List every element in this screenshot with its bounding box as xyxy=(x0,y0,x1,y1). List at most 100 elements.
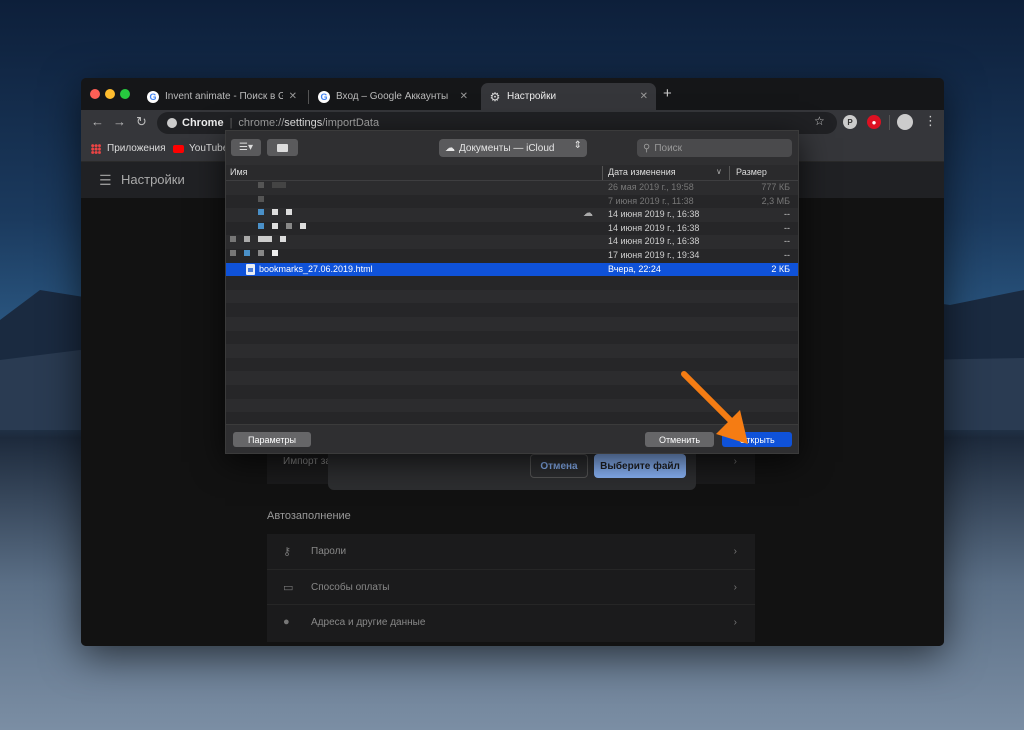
file-name xyxy=(258,182,294,188)
blurred-name xyxy=(272,182,286,188)
view-mode-button[interactable]: ☰▾ xyxy=(231,139,261,156)
file-row[interactable]: 7 июня 2019 г., 11:38 2,3 МБ xyxy=(226,194,798,209)
new-folder-button[interactable] xyxy=(267,139,298,156)
location-pin-icon: ● xyxy=(283,616,290,628)
file-date: Вчера, 22:24 xyxy=(608,263,661,274)
folder-icon xyxy=(277,143,288,152)
file-icon xyxy=(258,182,264,188)
file-row-selected[interactable]: bookmarks_27.06.2019.html Вчера, 22:24 2… xyxy=(226,262,798,277)
blurred-name xyxy=(230,249,236,256)
youtube-icon xyxy=(173,144,184,153)
location-label: Документы — iCloud xyxy=(459,142,555,154)
file-size: 2,3 МБ xyxy=(761,195,790,206)
cloud-download-icon[interactable]: ☁ xyxy=(583,208,593,219)
hamburger-menu-icon[interactable]: ☰ xyxy=(99,172,112,189)
tab-label: Настройки xyxy=(507,91,557,102)
bookmark-star-icon[interactable]: ☆ xyxy=(814,114,825,128)
payment-methods-row[interactable]: ▭ Способы оплаты › xyxy=(267,569,755,604)
avatar[interactable] xyxy=(897,114,913,130)
file-name xyxy=(230,236,294,243)
bookmark-apps[interactable]: Приложения xyxy=(91,143,166,154)
search-icon: ⚲ xyxy=(643,142,651,154)
tab-google-accounts[interactable]: G Вход – Google Аккаунты ✕ xyxy=(310,83,476,110)
url-host: settings xyxy=(284,117,323,129)
updown-chevron-icon: ⇕ xyxy=(573,140,582,151)
bookmark-label: Приложения xyxy=(107,143,166,154)
blurred-name xyxy=(272,249,278,256)
pinterest-icon[interactable]: P xyxy=(843,115,857,129)
folder-icon xyxy=(258,222,264,229)
file-date: 7 июня 2019 г., 11:38 xyxy=(608,195,694,206)
file-dialog-toolbar: ☰▾ ☁ Документы — iCloud ⇕ ⚲ Поиск xyxy=(226,131,798,165)
empty-row xyxy=(226,316,798,331)
file-name xyxy=(258,222,314,229)
apps-icon xyxy=(91,143,101,154)
file-row[interactable]: 14 июня 2019 г., 16:38 -- xyxy=(226,235,798,249)
blurred-name xyxy=(286,209,292,216)
html-document-icon xyxy=(246,263,255,275)
minimize-window-button[interactable] xyxy=(105,89,115,99)
tab-label: Invent animate - Поиск в Google xyxy=(165,91,283,102)
column-date-modified[interactable]: Дата изменения xyxy=(608,167,676,177)
omnibox-separator: | xyxy=(229,117,233,129)
file-size: -- xyxy=(784,222,790,233)
options-button[interactable]: Параметры xyxy=(233,432,311,447)
import-cancel-button[interactable]: Отмена xyxy=(530,454,588,478)
folder-icon xyxy=(258,209,264,216)
column-size[interactable]: Размер xyxy=(736,167,767,177)
empty-row xyxy=(226,303,798,317)
file-row[interactable]: 26 мая 2019 г., 19:58 777 КБ xyxy=(226,181,798,195)
file-name-label: bookmarks_27.06.2019.html xyxy=(259,264,373,275)
new-tab-icon[interactable]: + xyxy=(663,85,672,102)
passwords-row[interactable]: ⚷ Пароли › xyxy=(267,534,755,569)
tab-strip: G Invent animate - Поиск в Google ✕ G Вх… xyxy=(81,78,944,110)
forward-icon[interactable]: → xyxy=(113,114,126,129)
file-row[interactable]: 17 июня 2019 г., 19:34 -- xyxy=(226,248,798,263)
file-row[interactable]: 14 июня 2019 г., 16:38 -- xyxy=(226,221,798,236)
addresses-row[interactable]: ● Адреса и другие данные › xyxy=(267,604,755,639)
blurred-name xyxy=(280,236,286,243)
google-icon: G xyxy=(318,90,330,103)
cloud-icon: ☁ xyxy=(445,142,455,154)
back-icon[interactable]: ← xyxy=(91,114,104,129)
close-window-button[interactable] xyxy=(90,89,100,99)
empty-row xyxy=(226,276,798,290)
choose-file-button[interactable]: Выберите файл xyxy=(594,454,686,478)
file-name: bookmarks_27.06.2019.html xyxy=(246,263,373,275)
zoom-window-button[interactable] xyxy=(120,89,130,99)
reload-icon[interactable]: ↻ xyxy=(136,114,147,130)
file-date: 14 июня 2019 г., 16:38 xyxy=(608,209,700,220)
folder-icon xyxy=(244,249,250,256)
column-name[interactable]: Имя xyxy=(230,167,248,177)
chevron-right-icon: › xyxy=(733,616,737,628)
list-view-icon: ☰▾ xyxy=(239,142,253,153)
blurred-name xyxy=(272,222,278,229)
file-icon xyxy=(258,195,264,202)
credit-card-icon: ▭ xyxy=(283,581,294,594)
import-row-label: Импорт за xyxy=(283,456,331,467)
chevron-right-icon: › xyxy=(733,581,737,593)
chevron-right-icon: › xyxy=(733,546,737,557)
bookmark-label: YouTube xyxy=(189,143,229,154)
tab-separator xyxy=(308,90,309,104)
row-label: Адреса и другие данные xyxy=(311,616,426,628)
file-size: -- xyxy=(784,249,790,260)
extension-red-icon[interactable]: ● xyxy=(867,115,881,129)
tab-search[interactable]: G Invent animate - Поиск в Google ✕ xyxy=(139,83,305,110)
close-icon[interactable]: ✕ xyxy=(460,91,468,102)
omnibox-chrome-label: Chrome xyxy=(182,117,224,129)
blurred-name xyxy=(244,236,250,243)
file-size: 2 КБ xyxy=(771,263,790,274)
close-icon[interactable]: ✕ xyxy=(640,91,648,102)
page-title: Настройки xyxy=(121,172,185,187)
close-icon[interactable]: ✕ xyxy=(289,91,297,102)
blurred-name xyxy=(300,222,306,229)
bookmark-youtube[interactable]: YouTube xyxy=(173,143,228,154)
file-row[interactable]: ☁ 14 июня 2019 г., 16:38 -- xyxy=(226,208,798,222)
chevron-right-icon: › xyxy=(733,456,737,467)
tab-settings[interactable]: ⚙ Настройки ✕ xyxy=(481,83,656,110)
search-input[interactable]: ⚲ Поиск xyxy=(637,139,792,157)
file-name xyxy=(230,249,286,256)
menu-icon[interactable]: ⋮ xyxy=(924,113,937,129)
location-popup[interactable]: ☁ Документы — iCloud ⇕ xyxy=(439,139,587,157)
